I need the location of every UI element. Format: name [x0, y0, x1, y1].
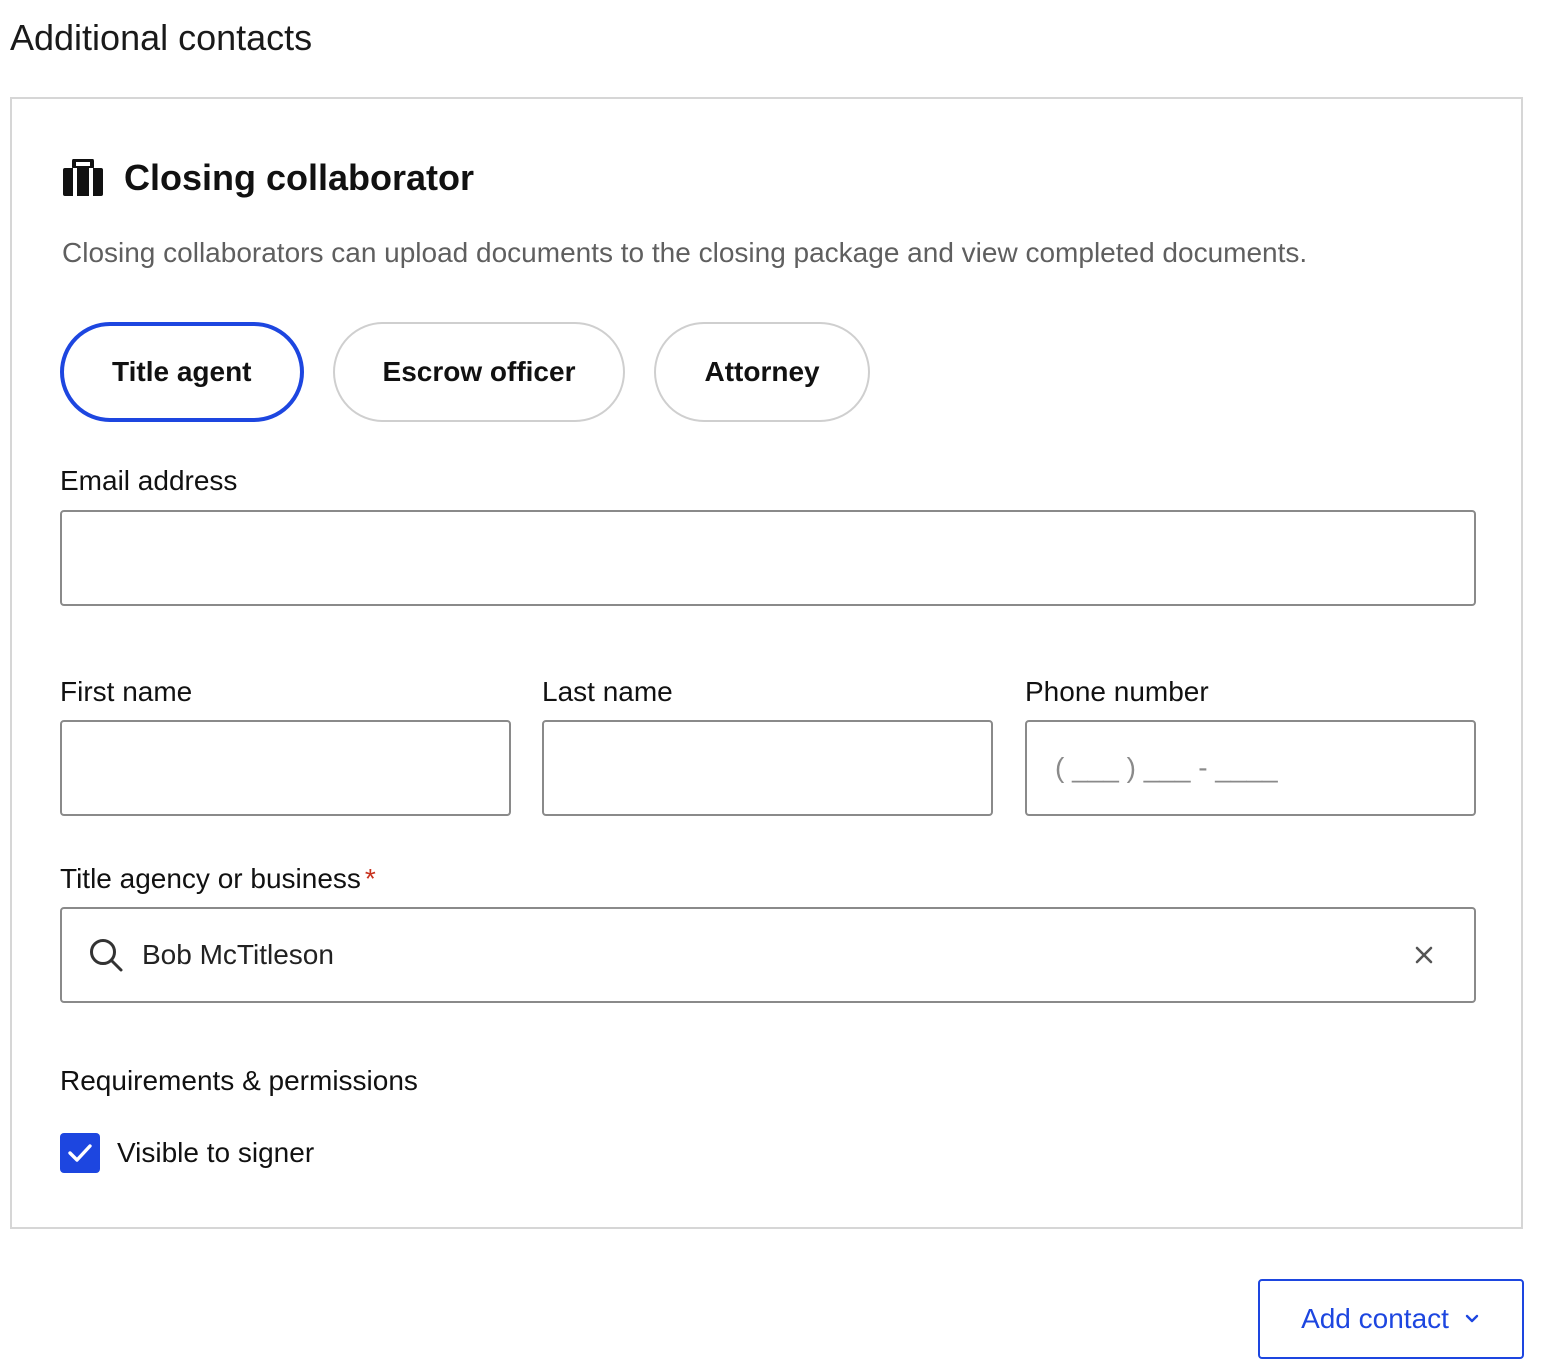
permissions-heading: Requirements & permissions	[60, 1065, 418, 1096]
phone-field[interactable]	[1025, 720, 1476, 816]
last-name-field[interactable]	[542, 720, 993, 816]
card-description: Closing collaborators can upload documen…	[62, 237, 1308, 268]
add-contact-button[interactable]: Add contact	[1258, 1279, 1524, 1359]
agency-label: Title agency or business *	[60, 861, 376, 897]
visible-to-signer-label: Visible to signer	[117, 1137, 315, 1168]
chevron-down-icon	[1463, 1313, 1481, 1325]
agency-search-box	[60, 907, 1476, 1003]
checkmark-icon	[68, 1144, 92, 1162]
add-contact-label: Add contact	[1301, 1303, 1449, 1334]
section-title: Additional contacts	[10, 17, 313, 58]
first-name-label: First name	[60, 676, 193, 707]
phone-label: Phone number	[1025, 676, 1209, 707]
clear-search-button[interactable]	[1404, 935, 1444, 975]
last-name-label: Last name	[542, 676, 673, 707]
email-field[interactable]	[60, 510, 1476, 606]
card-title: Closing collaborator	[124, 157, 475, 198]
role-attorney-button[interactable]: Attorney	[654, 322, 870, 422]
closing-collaborator-card: Closing collaborator Closing collaborato…	[10, 97, 1523, 1229]
agency-search-input[interactable]	[142, 939, 1404, 971]
role-title-agent-button[interactable]: Title agent	[60, 322, 304, 422]
required-mark: *	[364, 863, 376, 894]
search-icon	[88, 937, 124, 973]
role-selector: Title agent Escrow officer Attorney	[60, 322, 870, 422]
email-label: Email address	[60, 465, 238, 496]
role-escrow-officer-button[interactable]: Escrow officer	[332, 322, 626, 422]
visible-to-signer-row: Visible to signer	[60, 1133, 314, 1173]
visible-to-signer-checkbox[interactable]	[60, 1133, 100, 1173]
first-name-field[interactable]	[60, 720, 511, 816]
close-icon	[1414, 945, 1434, 965]
briefcase-icon	[62, 159, 104, 197]
card-header: Closing collaborator	[62, 153, 474, 203]
agency-label-text: Title agency or business	[60, 863, 361, 894]
